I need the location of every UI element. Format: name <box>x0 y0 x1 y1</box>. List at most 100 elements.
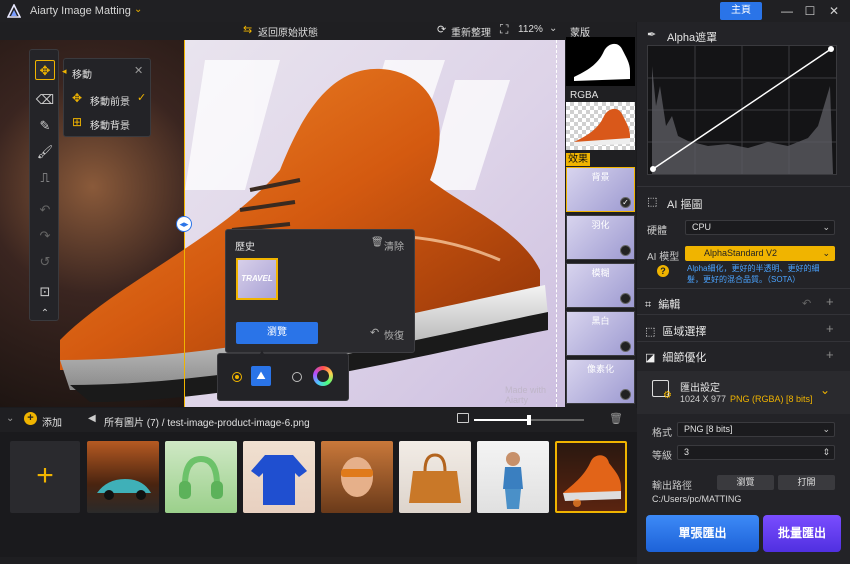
history-clear-button[interactable]: 清除 <box>384 238 404 253</box>
redo-icon[interactable]: ↷ <box>35 226 55 246</box>
color-mode-radio[interactable] <box>292 372 302 382</box>
level-stepper[interactable]: 3 ⇕ <box>677 445 835 460</box>
move-popup-title: 移動 <box>72 70 92 81</box>
gallery-thumb-car[interactable] <box>87 441 159 513</box>
slider-handle[interactable] <box>527 415 531 425</box>
single-export-button[interactable]: 單張匯出 <box>646 515 759 552</box>
zoom-level[interactable]: 112% <box>518 24 543 35</box>
gallery-thumb-sneaker[interactable] <box>555 441 627 513</box>
hardware-select[interactable]: CPU ⌄ <box>685 220 835 235</box>
alpha-histogram-graphic <box>648 46 836 174</box>
effect-label-text: 羽化 <box>591 220 610 230</box>
effect-background-thumb[interactable]: 背景 ✓ <box>566 167 635 212</box>
divider <box>637 186 850 187</box>
title-dropdown-icon[interactable]: ⌄ <box>134 4 142 15</box>
format-select[interactable]: PNG [8 bits] ⌄ <box>677 422 835 437</box>
rgba-shoe-graphic <box>574 108 630 146</box>
gallery-thumb-sweater[interactable] <box>243 441 315 513</box>
woman-graphic <box>503 452 523 509</box>
home-button[interactable]: 主頁 <box>720 2 762 20</box>
breadcrumb-filename: test-image-product-image-6.png <box>167 418 310 429</box>
image-mode-radio[interactable] <box>232 372 242 382</box>
format-value: PNG [8 bits] <box>684 424 733 434</box>
add-icon[interactable]: + <box>826 347 834 362</box>
history-thumbnail[interactable]: TRAVEL <box>236 258 278 300</box>
effect-feather-thumb[interactable]: 羽化 <box>566 215 635 260</box>
path-open-button[interactable]: 打開 <box>778 475 835 490</box>
move-tool-icon[interactable]: ✥ <box>35 60 55 80</box>
add-images-button[interactable]: 添加 <box>42 414 62 429</box>
move-popup: ◂ 移動 ✕ ✥ 移動前景 ✓ ⊞ 移動背景 <box>62 58 151 137</box>
section-region-label: 區域選擇 <box>662 326 707 338</box>
split-handle-icon[interactable]: ◂▸ <box>176 216 192 232</box>
help-icon[interactable]: ? <box>657 265 669 277</box>
history-browse-button[interactable]: 瀏覽 <box>236 322 318 344</box>
effect-bw-thumb[interactable]: 黑白 <box>566 311 635 356</box>
section-edit[interactable]: ⌗ 編輯 <box>645 296 680 312</box>
model-value: AlphaStandard V2 <box>704 248 778 258</box>
roller-icon[interactable]: ⎍ <box>35 168 55 188</box>
close-icon[interactable]: ✕ <box>826 3 842 19</box>
reset-icon[interactable]: ↺ <box>35 252 55 272</box>
gallery-scrollbar[interactable] <box>0 557 637 564</box>
mask-thumbnail[interactable] <box>566 37 635 86</box>
move-background-option[interactable]: 移動背景 <box>90 117 130 132</box>
history-restore-button[interactable]: 恢復 <box>384 327 404 342</box>
model-select[interactable]: AlphaStandard V2 ⌄ <box>685 246 835 261</box>
move-foreground-icon: ✥ <box>72 91 83 105</box>
gallery-thumb-headphones[interactable] <box>165 441 237 513</box>
section-region-select[interactable]: ⬚ 區域選擇 <box>645 323 706 339</box>
ai-matting-title: AI 摳圖 <box>667 199 703 211</box>
chevron-down-icon[interactable]: ⌄ <box>820 383 830 397</box>
tool-strip: ✥ ⌫ ✎ 🖌 ⎍ ↶ ↷ ↺ ⊡ ⌃ <box>29 49 59 321</box>
gallery-thumb-portrait[interactable] <box>321 441 393 513</box>
revert-icon: ⇆ <box>243 24 253 36</box>
headphones-graphic <box>179 455 223 499</box>
add-icon[interactable]: + <box>826 294 834 309</box>
pencil-icon[interactable]: ✎ <box>35 116 55 136</box>
move-background-icon: ⊞ <box>72 115 83 129</box>
collapse-tools-icon[interactable]: ⌃ <box>35 304 55 324</box>
path-browse-button[interactable]: 瀏覽 <box>717 475 774 490</box>
undo-icon[interactable]: ↶ <box>802 297 811 310</box>
color-picker-icon[interactable] <box>313 366 333 386</box>
gallery-thumb-woman[interactable] <box>477 441 549 513</box>
gallery-thumb-handbag[interactable] <box>399 441 471 513</box>
add-icon[interactable]: + <box>24 412 37 425</box>
back-arrow-icon[interactable]: ◀ <box>88 413 96 424</box>
rgba-thumbnail[interactable] <box>566 102 635 150</box>
minimize-icon[interactable]: — <box>779 3 795 19</box>
brush-icon[interactable]: 🖌 <box>35 142 55 162</box>
breadcrumb-all-images[interactable]: 所有圖片 (7) <box>104 418 159 429</box>
export-format-info: PNG (RGBA) [8 bits] <box>730 394 813 404</box>
level-label: 等級 <box>652 451 672 462</box>
zoom-fit-icon[interactable]: ⛶ <box>500 22 508 37</box>
popup-arrow-icon: ▲ <box>257 348 267 359</box>
add-image-tile[interactable]: + <box>10 441 80 513</box>
effect-blur-thumb[interactable]: 模糊 <box>566 263 635 308</box>
reorganize-button[interactable]: 重新整理 <box>451 24 491 39</box>
output-path: C:/Users/pc/MATTING <box>652 494 742 504</box>
effect-pixelate-thumb[interactable]: 像素化 <box>566 359 635 404</box>
eraser-icon[interactable]: ⌫ <box>35 90 55 110</box>
app-title: Aiarty Image Matting <box>30 5 131 17</box>
maximize-icon[interactable]: ☐ <box>802 3 818 19</box>
compare-icon[interactable]: ⊡ <box>35 282 55 302</box>
handbag-graphic <box>409 453 461 503</box>
collapse-gallery-icon[interactable]: ⌄ <box>6 413 14 424</box>
zoom-dropdown-icon[interactable]: ⌄ <box>549 23 557 34</box>
move-foreground-option[interactable]: 移動前景 <box>90 93 130 108</box>
undo-icon[interactable]: ↶ <box>35 200 55 220</box>
batch-export-button[interactable]: 批量匯出 <box>763 515 841 552</box>
add-icon[interactable]: + <box>826 321 834 336</box>
image-background-icon[interactable]: ⛰ <box>251 366 271 386</box>
trash-icon[interactable]: 🗑 <box>609 412 623 425</box>
model-label: AI 模型 <box>647 252 680 263</box>
close-icon[interactable]: ✕ <box>134 64 143 77</box>
history-popup: 歷史 🗑 清除 TRAVEL 瀏覽 ↶ 恢復 <box>225 229 415 353</box>
alpha-curve-editor[interactable] <box>647 45 837 175</box>
section-detail-opt[interactable]: ◪ 細節優化 <box>645 349 706 365</box>
revert-button[interactable]: 返回原始狀態 <box>258 24 318 39</box>
mask-shoe-graphic <box>574 43 630 81</box>
image-size-icon <box>457 413 469 423</box>
